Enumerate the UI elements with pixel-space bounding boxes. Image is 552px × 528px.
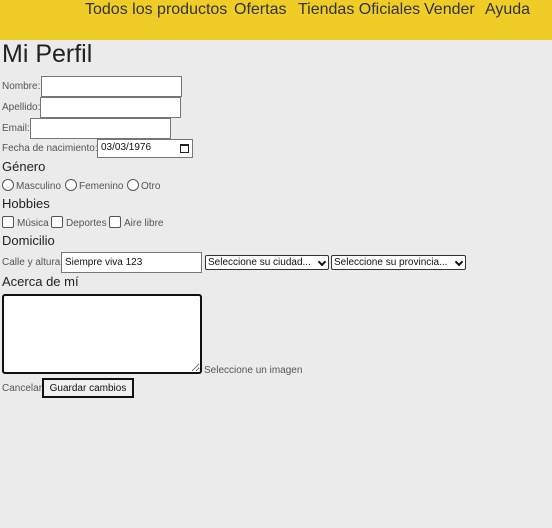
fecha-nacimiento-value: 03/03/1976 (101, 142, 152, 153)
imagen-file-label[interactable]: Seleccione un imagen (204, 365, 302, 376)
chevron-down-icon (317, 257, 327, 267)
ciudad-select-value: Seleccione su ciudad... (208, 257, 311, 268)
nav-tiendas-oficiales[interactable]: Tiendas Oficiales (298, 1, 420, 19)
radio-otro-label: Otro (141, 181, 161, 192)
provincia-select[interactable]: Seleccione su provincia... (331, 255, 466, 270)
checkbox-aire-libre-label: Aire libre (124, 218, 164, 229)
nombre-label: Nombre: (2, 81, 41, 92)
nav-todos-los-productos[interactable]: Todos los productos (85, 1, 227, 19)
nombre-input[interactable] (41, 76, 182, 97)
page-title: Mi Perfil (2, 40, 93, 68)
checkbox-musica[interactable] (2, 216, 14, 228)
hobbies-heading: Hobbies (2, 196, 50, 211)
checkbox-deportes-label: Deportes (66, 218, 107, 229)
provincia-select-value: Seleccione su provincia... (334, 257, 448, 268)
chevron-down-icon (454, 257, 464, 267)
checkbox-deportes[interactable] (51, 216, 63, 228)
nav-vender[interactable]: Vender (424, 1, 475, 19)
fecha-nacimiento-label: Fecha de nacimiento: (2, 143, 98, 154)
apellido-label: Apellido: (2, 102, 41, 113)
email-input[interactable] (30, 118, 171, 139)
acerca-textarea[interactable] (2, 294, 202, 374)
radio-otro[interactable] (127, 179, 139, 191)
radio-masculino-label: Masculino (16, 181, 62, 192)
calle-altura-label: Calle y altura: (2, 257, 64, 268)
checkbox-aire-libre[interactable] (109, 216, 121, 228)
nav-ayuda[interactable]: Ayuda (485, 1, 530, 19)
apellido-input[interactable] (40, 97, 181, 118)
cancel-link[interactable]: Cancelar (2, 383, 42, 394)
top-navbar: Todos los productos Ofertas Tiendas Ofic… (0, 0, 552, 40)
genero-heading: Género (2, 159, 46, 174)
radio-masculino[interactable] (2, 179, 14, 191)
radio-femenino[interactable] (65, 179, 77, 191)
ciudad-select[interactable]: Seleccione su ciudad... (205, 255, 329, 270)
email-label: Email: (2, 123, 30, 134)
fecha-nacimiento-input[interactable]: 03/03/1976 (97, 139, 193, 158)
nav-ofertas[interactable]: Ofertas (234, 1, 286, 19)
calle-altura-input[interactable] (61, 252, 202, 273)
calendar-icon[interactable] (180, 144, 189, 153)
checkbox-musica-label: Música (17, 218, 49, 229)
domicilio-heading: Domicilio (2, 233, 55, 248)
save-button[interactable]: Guardar cambios (42, 378, 134, 398)
radio-femenino-label: Femenino (79, 181, 124, 192)
acerca-heading: Acerca de mí (2, 274, 79, 289)
